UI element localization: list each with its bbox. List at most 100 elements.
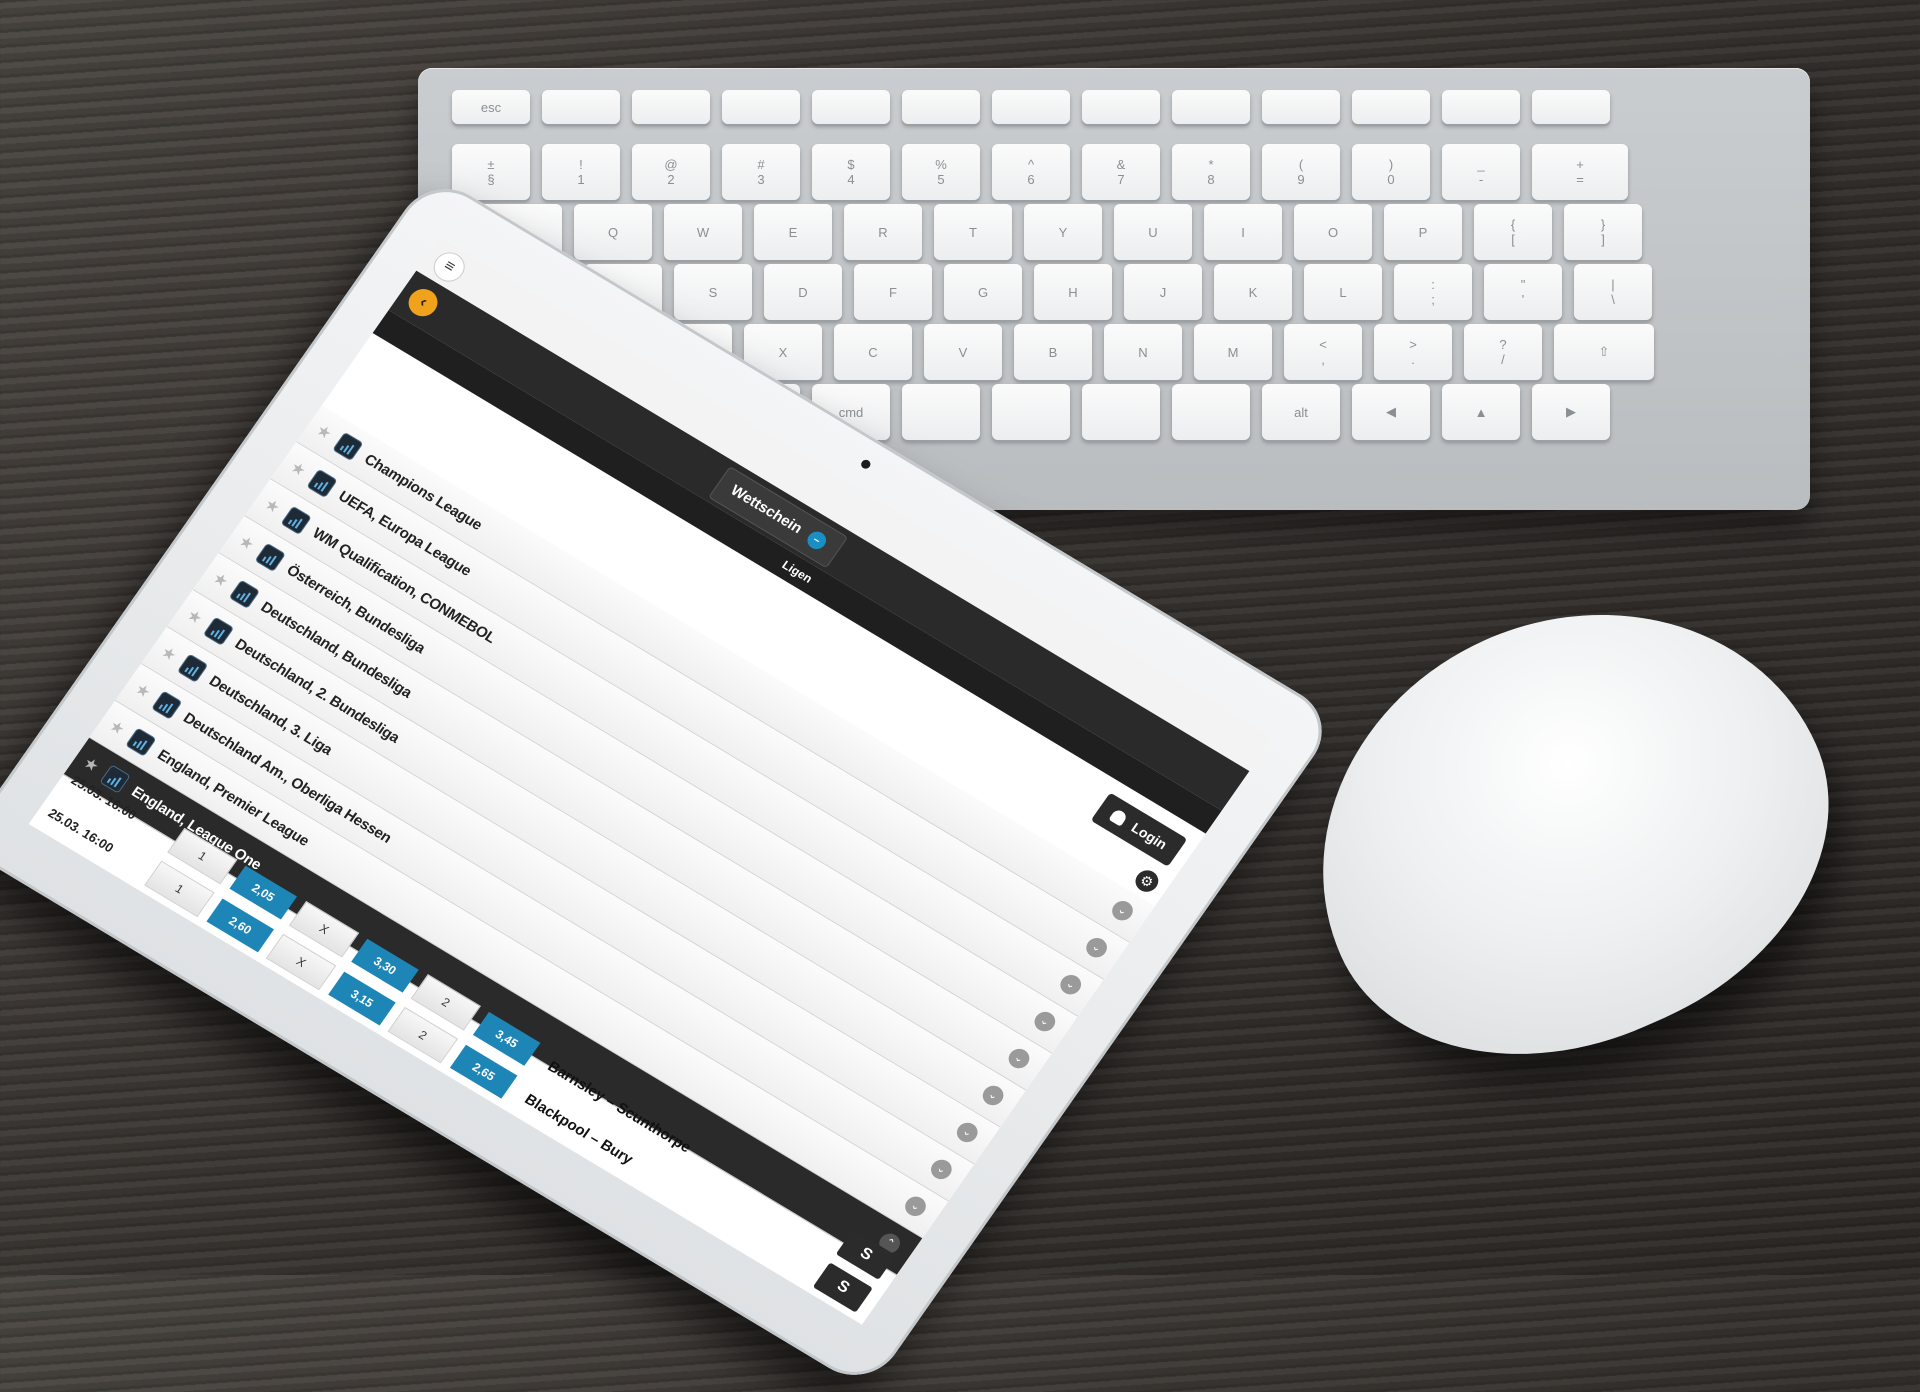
keyboard-key: ⇧ (1554, 324, 1654, 380)
keyboard-key: T (934, 204, 1012, 260)
back-arrow-icon[interactable]: ‹ (402, 283, 444, 322)
keyboard-key: ▶ (1532, 384, 1610, 440)
keyboard-key: ) 0 (1352, 144, 1430, 200)
keyboard-key: B (1014, 324, 1092, 380)
keyboard-key: ◀ (1352, 384, 1430, 440)
keyboard-key: U (1114, 204, 1192, 260)
chevron-down-icon[interactable]: ⌄ (901, 1192, 930, 1220)
keyboard-key: ( 9 (1262, 144, 1340, 200)
league-bars-icon (228, 579, 261, 610)
keyboard-key: | \ (1574, 264, 1652, 320)
keyboard-key: + = (1532, 144, 1628, 200)
keyboard-key: * 8 (1172, 144, 1250, 200)
keyboard-key: O (1294, 204, 1372, 260)
keyboard-key: @ 2 (632, 144, 710, 200)
keyboard-key: " ' (1484, 264, 1562, 320)
keyboard-row: esc (452, 90, 1610, 124)
camera-lens (859, 458, 873, 471)
keyboard-key: J (1124, 264, 1202, 320)
keyboard-key: G (944, 264, 1022, 320)
keyboard-key (812, 90, 890, 124)
keyboard-key: M (1194, 324, 1272, 380)
chevron-down-icon[interactable]: ⌄ (952, 1119, 982, 1146)
keyboard-key (1532, 90, 1610, 124)
star-icon[interactable]: ★ (157, 642, 181, 666)
star-icon[interactable]: ★ (131, 679, 155, 703)
keyboard-key (902, 90, 980, 124)
keyboard-key: P (1384, 204, 1462, 260)
keyboard-key: ^ 6 (992, 144, 1070, 200)
keyboard-key (1082, 384, 1160, 440)
keyboard-key: & 7 (1082, 144, 1160, 200)
league-bars-icon (203, 616, 235, 647)
keyboard-key: C (834, 324, 912, 380)
keyboard-key (1352, 90, 1430, 124)
keyboard-key: esc (452, 90, 530, 124)
keyboard-key (1442, 90, 1520, 124)
keyboard-key (632, 90, 710, 124)
chevron-down-icon[interactable]: ⌄ (1030, 1008, 1060, 1035)
star-icon[interactable]: ★ (260, 494, 284, 518)
chevron-down-icon[interactable]: ⌄ (1056, 971, 1086, 998)
keyboard-key: L (1304, 264, 1382, 320)
keyboard-key: ! 1 (542, 144, 620, 200)
keyboard-key (542, 90, 620, 124)
keyboard-key: K (1214, 264, 1292, 320)
keyboard-key: alt (1262, 384, 1340, 440)
magic-mouse (1247, 534, 1893, 1128)
star-icon[interactable]: ★ (209, 568, 233, 592)
keyboard-key: < , (1284, 324, 1362, 380)
star-icon[interactable]: ★ (235, 531, 259, 555)
league-bars-icon (254, 542, 287, 573)
wettschein-count-badge: – (803, 528, 830, 553)
keyboard-key: E (754, 204, 832, 260)
chevron-down-icon[interactable]: ⌄ (1108, 897, 1137, 925)
keyboard-key: ▲ (1442, 384, 1520, 440)
login-label: Login (1128, 819, 1171, 853)
keyboard-key: # 3 (722, 144, 800, 200)
star-icon[interactable]: ★ (105, 716, 129, 740)
keyboard-key: R (844, 204, 922, 260)
keyboard-key (722, 90, 800, 124)
chevron-down-icon[interactable]: ⌄ (927, 1156, 956, 1183)
keyboard-key: I (1204, 204, 1282, 260)
league-bars-icon (306, 468, 339, 499)
keyboard-key (902, 384, 980, 440)
keyboard-key: W (664, 204, 742, 260)
star-icon[interactable]: ★ (286, 457, 310, 481)
chevron-down-icon[interactable]: ⌄ (978, 1082, 1008, 1109)
chevron-down-icon[interactable]: ⌄ (1082, 934, 1111, 962)
league-bars-icon (280, 505, 313, 536)
keyboard-key: $ 4 (812, 144, 890, 200)
keyboard-key: } ] (1564, 204, 1642, 260)
keyboard-key: > . (1374, 324, 1452, 380)
league-bars-icon (151, 690, 183, 721)
user-icon (1108, 807, 1129, 827)
keyboard-key (1172, 384, 1250, 440)
keyboard-key: H (1034, 264, 1112, 320)
league-bars-icon (125, 727, 157, 757)
keyboard-key: Q (574, 204, 652, 260)
keyboard-key: % 5 (902, 144, 980, 200)
keyboard-key (992, 90, 1070, 124)
star-icon[interactable]: ★ (312, 420, 336, 444)
keyboard-key: Y (1024, 204, 1102, 260)
keyboard-key: ? / (1464, 324, 1542, 380)
keyboard-key: F (854, 264, 932, 320)
keyboard-row: ⇥QWERTYUIOP{ [} ] (452, 204, 1642, 260)
keyboard-key (1262, 90, 1340, 124)
keyboard-key: S (674, 264, 752, 320)
chevron-down-icon[interactable]: ⌄ (1004, 1045, 1034, 1072)
keyboard-key (992, 384, 1070, 440)
league-bars-icon (177, 653, 209, 684)
keyboard-key: D (764, 264, 842, 320)
settings-gear-icon[interactable]: ⚙ (1131, 866, 1163, 896)
star-icon[interactable]: ★ (183, 605, 207, 629)
keyboard-key: _ - (1442, 144, 1520, 200)
keyboard-key (1172, 90, 1250, 124)
keyboard-key (1082, 90, 1160, 124)
keyboard-key: { [ (1474, 204, 1552, 260)
keyboard-key: : ; (1394, 264, 1472, 320)
keyboard-key: N (1104, 324, 1182, 380)
league-bars-icon (332, 431, 364, 462)
